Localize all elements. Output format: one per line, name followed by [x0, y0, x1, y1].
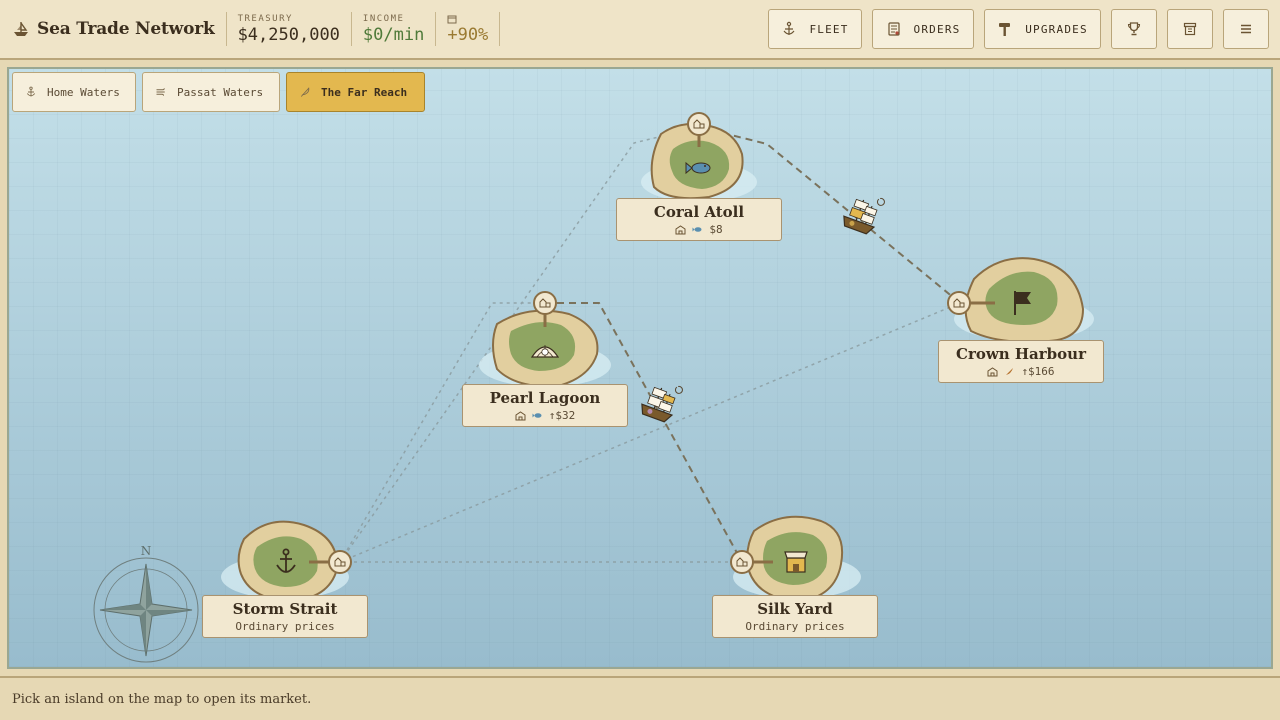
region-tabs: Home Waters Passat Waters The Far Reach — [12, 72, 425, 112]
bonus-stat: +90% — [447, 14, 488, 45]
archive-icon — [1183, 22, 1197, 36]
wind-icon — [156, 88, 165, 96]
tab-the-far-reach[interactable]: The Far Reach — [286, 72, 425, 112]
warehouse-icon — [675, 225, 686, 235]
compass-north-label: N — [141, 544, 152, 558]
divider — [435, 12, 437, 46]
tab-home-waters[interactable]: Home Waters — [12, 72, 136, 112]
tab-label: Home Waters — [47, 85, 120, 99]
island-name: Crown Harbour — [956, 345, 1086, 363]
hammer-icon — [999, 23, 1011, 36]
compass-rose: N — [93, 544, 199, 663]
island-card-silk-yard[interactable]: Silk Yard Ordinary prices — [712, 595, 878, 638]
island-card-pearl-lagoon[interactable]: Pearl Lagoon ↑$32 — [462, 384, 628, 427]
fleet-label: FLEET — [809, 22, 849, 36]
island-price-note: Ordinary prices — [235, 620, 335, 633]
active-routes — [545, 126, 961, 563]
tab-label: Passat Waters — [177, 85, 264, 99]
trophy-icon — [1127, 22, 1141, 36]
archive-button[interactable] — [1167, 9, 1213, 49]
island-subtitle: Ordinary prices — [203, 620, 367, 633]
fish-icon — [692, 227, 702, 232]
trophy-button[interactable] — [1111, 9, 1157, 49]
warehouse-icon — [515, 411, 526, 421]
anchor-icon — [783, 21, 795, 35]
income-label: INCOME — [362, 13, 405, 24]
crown-harbour-island[interactable] — [954, 257, 1094, 343]
island-price: $8 — [709, 223, 723, 236]
orders-label: ORDERS — [913, 22, 961, 36]
treasury-label: TREASURY — [237, 13, 293, 24]
app-title: Sea Trade Network — [37, 19, 215, 39]
income-value: $0/min — [362, 24, 425, 45]
upgrades-label: UPGRADES — [1025, 22, 1088, 36]
toolbar: FLEET ORDERS UPGRADES — [768, 9, 1269, 49]
island-card-coral-atoll[interactable]: Coral Atoll $8 — [616, 198, 782, 241]
tab-passat-waters[interactable]: Passat Waters — [142, 72, 280, 112]
island-price: ↑$166 — [1021, 365, 1055, 378]
island-card-storm-strait[interactable]: Storm Strait Ordinary prices — [202, 595, 368, 638]
island-name: Pearl Lagoon — [489, 389, 601, 407]
ship-icon[interactable] — [639, 376, 684, 424]
divider — [350, 12, 352, 46]
market-stall-icon — [784, 551, 808, 573]
island-name: Silk Yard — [757, 600, 833, 618]
island-price: ↑$32 — [548, 409, 576, 422]
island-card-crown-harbour[interactable]: Crown Harbour ↑$166 — [938, 340, 1104, 383]
island-name: Storm Strait — [232, 600, 338, 618]
ship-icon — [14, 22, 28, 36]
warehouse-icon — [987, 367, 998, 377]
fleet-button[interactable]: FLEET — [768, 9, 862, 49]
top-bar: Sea Trade Network TREASURY $4,250,000 IN… — [0, 0, 1280, 60]
crate-icon — [447, 15, 457, 23]
anchor-icon — [26, 86, 36, 97]
island-subtitle: ↑$32 — [463, 409, 627, 422]
tab-label: The Far Reach — [321, 85, 408, 99]
ship-icon[interactable] — [841, 188, 886, 236]
island-subtitle: Ordinary prices — [713, 620, 877, 633]
menu-button[interactable] — [1223, 9, 1269, 49]
treasury-value: $4,250,000 — [237, 24, 340, 45]
orders-button[interactable]: ORDERS — [872, 9, 974, 49]
island-price-note: Ordinary prices — [745, 620, 845, 633]
hamburger-menu-icon — [1241, 24, 1251, 34]
income-stat: INCOME $0/min — [363, 14, 424, 45]
treasury-stat: TREASURY $4,250,000 — [238, 14, 340, 45]
sea-map[interactable]: Home Waters Passat Waters The Far Reach — [7, 67, 1273, 669]
island-name: Coral Atoll — [653, 203, 745, 221]
status-message: Pick an island on the map to open its ma… — [12, 691, 312, 707]
divider — [225, 12, 227, 46]
divider — [499, 12, 501, 46]
spice-icon — [1006, 368, 1014, 375]
feather-icon — [300, 87, 310, 97]
island-subtitle: ↑$166 — [939, 365, 1103, 378]
island-subtitle: $8 — [617, 223, 781, 236]
bonus-value: +90% — [447, 24, 489, 45]
status-bar: Pick an island on the map to open its ma… — [0, 676, 1280, 720]
scroll-icon — [887, 22, 900, 36]
upgrades-button[interactable]: UPGRADES — [984, 9, 1101, 49]
fish-icon — [532, 413, 542, 418]
brand: Sea Trade Network — [0, 0, 215, 58]
